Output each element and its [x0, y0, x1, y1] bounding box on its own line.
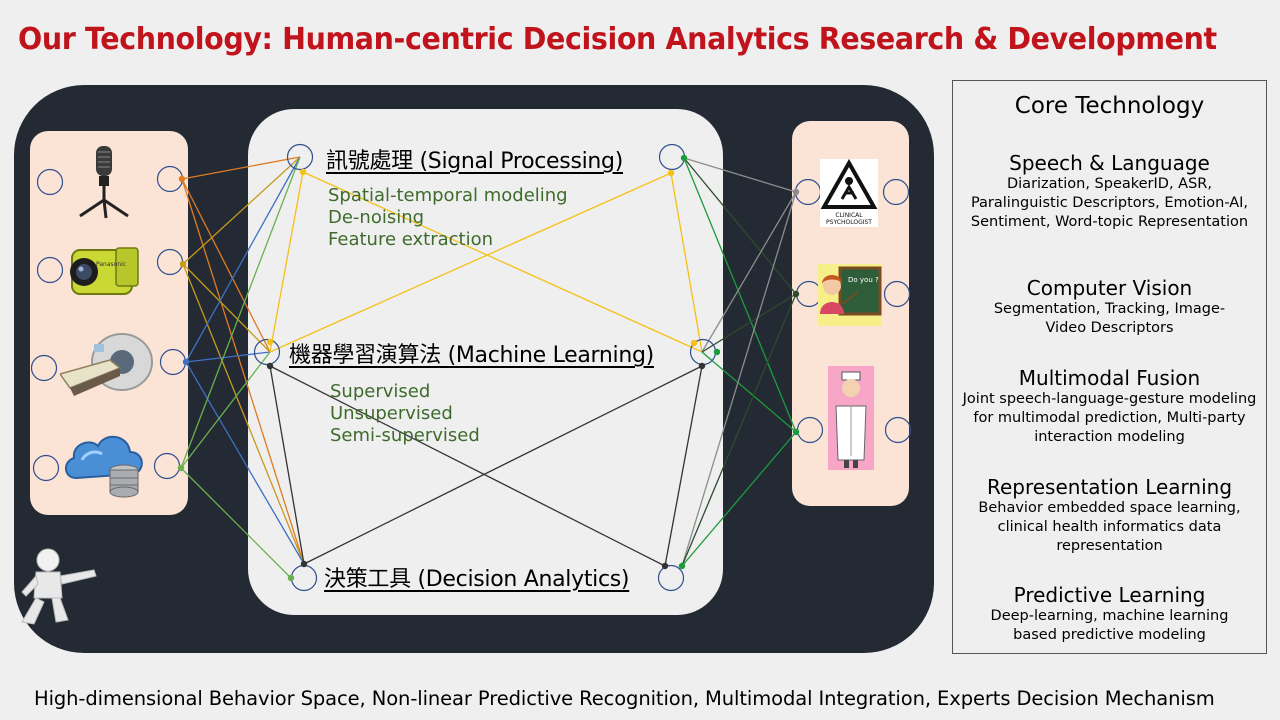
cloud-database-icon — [65, 436, 143, 498]
svg-text:Do you ?: Do you ? — [848, 276, 879, 284]
core-technology-box: Core Technology Speech & Language Diariz… — [952, 80, 1267, 654]
ml-item: Semi-supervised — [330, 425, 480, 446]
core-heading: Representation Learning — [986, 475, 1233, 499]
core-section-predictive: Predictive Learning Deep-learning, machi… — [953, 583, 1266, 645]
core-desc: Behavior embedded space learning, clinic… — [978, 500, 1241, 554]
core-desc: Deep-learning, machine learning based pr… — [990, 608, 1229, 643]
signal-processing-title: 訊號處理 (Signal Processing) — [326, 149, 624, 174]
mri-scanner-icon — [60, 333, 153, 396]
clinical-psychologist-icon: CLINICAL PSYCHOLOGIST — [820, 159, 878, 227]
signal-processing-items: Spatial-temporal modeling De-noising Fea… — [328, 185, 568, 251]
core-section-fusion: Multimodal Fusion Joint speech-language-… — [953, 366, 1266, 447]
core-section-vision: Computer Vision Segmentation, Tracking, … — [953, 276, 1266, 338]
core-desc: Segmentation, Tracking, Image-Video Desc… — [993, 301, 1226, 336]
svg-text:PSYCHOLOGIST: PSYCHOLOGIST — [826, 219, 872, 226]
svg-text:Panasonic: Panasonic — [96, 261, 126, 268]
decision-analytics-title: 決策工具 (Decision Analytics) — [324, 567, 630, 592]
core-heading: Multimodal Fusion — [1018, 366, 1201, 390]
core-section-representation: Representation Learning Behavior embedde… — [953, 475, 1266, 556]
camcorder-icon: Panasonic — [70, 247, 139, 295]
presenter-figure-icon — [21, 548, 97, 625]
core-desc: Joint speech-language-gesture modeling f… — [962, 391, 1257, 445]
machine-learning-items: Supervised Unsupervised Semi-supervised — [330, 381, 480, 447]
microphone-icon — [79, 146, 129, 219]
signal-item: De-noising — [328, 207, 425, 228]
svg-text:CLINICAL: CLINICAL — [835, 212, 863, 219]
core-heading: Computer Vision — [1026, 276, 1193, 300]
ml-item: Unsupervised — [330, 403, 453, 424]
machine-learning-title: 機器學習演算法 (Machine Learning) — [289, 343, 654, 368]
doctor-icon — [828, 366, 874, 470]
core-desc: Diarization, SpeakerID, ASR, Paralinguis… — [970, 176, 1249, 230]
signal-item: Feature extraction — [328, 229, 494, 250]
footer-caption: High-dimensional Behavior Space, Non-lin… — [34, 687, 1215, 710]
page-title: Our Technology: Human-centric Decision A… — [18, 22, 1217, 57]
core-heading: Speech & Language — [1009, 151, 1210, 175]
core-technology-title: Core Technology — [1014, 93, 1205, 119]
ml-item: Supervised — [330, 381, 431, 402]
signal-item: Spatial-temporal modeling — [328, 185, 568, 206]
teacher-icon: Do you ? — [818, 264, 882, 326]
core-heading: Predictive Learning — [1013, 583, 1206, 607]
core-section-speech: Speech & Language Diarization, SpeakerID… — [953, 151, 1266, 232]
